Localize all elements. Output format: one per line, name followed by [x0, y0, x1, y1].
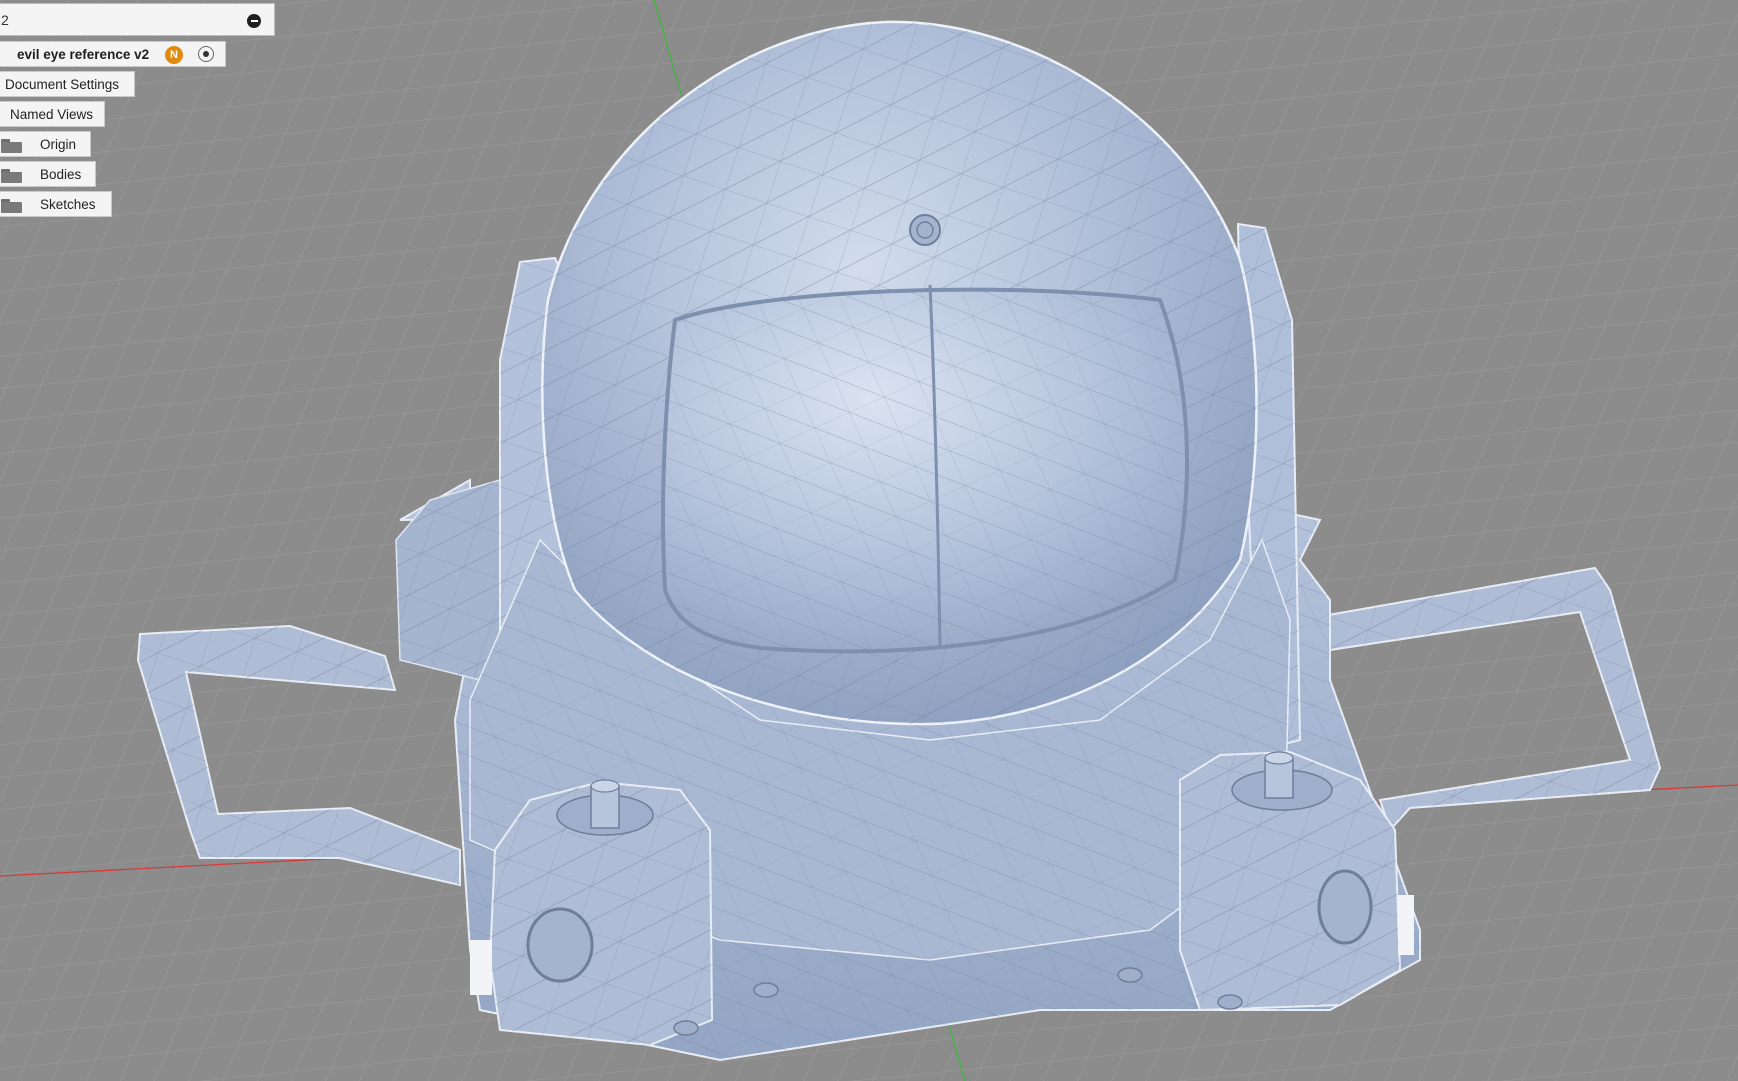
browser-header: 2 — [0, 3, 275, 36]
browser-item-origin[interactable]: Origin — [0, 131, 91, 157]
browser-item-label: Bodies — [40, 166, 82, 182]
bolt — [753, 982, 779, 998]
browser-item-bodies[interactable]: Bodies — [0, 161, 96, 187]
browser-title-fragment: 2 — [1, 11, 9, 28]
document-name: evil eye reference v2 — [17, 46, 150, 62]
browser-item-label: Named Views — [10, 106, 94, 122]
folder-icon — [1, 169, 22, 183]
right-pod-port[interactable] — [1317, 869, 1373, 945]
collapse-icon[interactable] — [247, 14, 261, 28]
bolt — [673, 1020, 699, 1036]
browser-item-document-settings[interactable]: Document Settings — [0, 71, 135, 97]
bolt — [1117, 967, 1143, 983]
browser-item-label: Origin — [40, 136, 77, 152]
browser-item-label: Document Settings — [5, 76, 120, 92]
folder-icon — [1, 139, 22, 153]
browser-item-named-views[interactable]: Named Views — [0, 101, 105, 127]
left-pod-port[interactable] — [526, 907, 594, 983]
activate-target-icon[interactable] — [198, 46, 214, 62]
dome-sensor[interactable] — [909, 214, 941, 246]
bolt — [1217, 994, 1243, 1010]
document-row[interactable]: evil eye reference v2 N — [0, 41, 226, 67]
browser-item-label: Sketches — [40, 196, 96, 212]
3d-viewport[interactable] — [0, 0, 1738, 1081]
browser-item-sketches[interactable]: Sketches — [0, 191, 112, 217]
folder-icon — [1, 199, 22, 213]
notification-badge-icon[interactable]: N — [165, 46, 183, 64]
